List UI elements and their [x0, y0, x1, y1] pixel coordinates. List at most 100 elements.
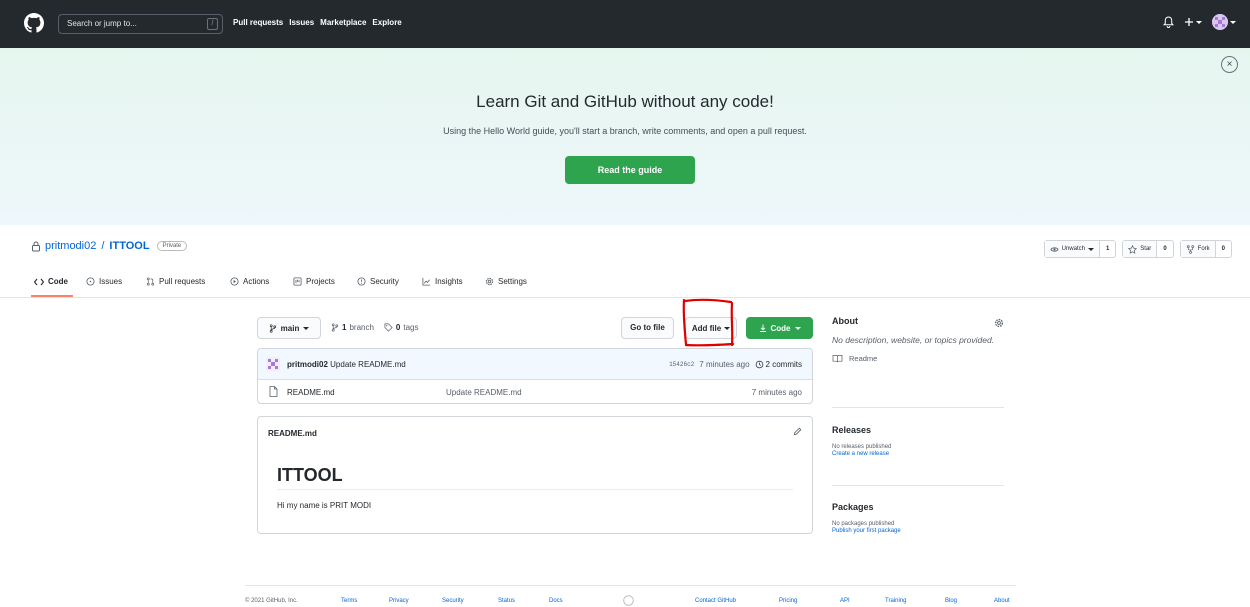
- tab-label: Actions: [243, 277, 270, 286]
- packages-section: Packages No packages published Publish y…: [832, 502, 1004, 534]
- branches-count: 1: [342, 323, 347, 332]
- sidebar-divider: [832, 485, 1004, 486]
- github-mark-icon[interactable]: [623, 595, 634, 606]
- graph-icon: [422, 277, 431, 286]
- watch-button[interactable]: Unwatch 1: [1043, 240, 1117, 258]
- go-to-file-button[interactable]: Go to file: [621, 317, 674, 339]
- branches-link[interactable]: 1 branch: [331, 323, 374, 332]
- gear-icon: [485, 277, 494, 286]
- sidebar-divider: [832, 407, 1004, 408]
- repo-name-link[interactable]: ITTOOL: [109, 240, 149, 252]
- fork-count[interactable]: 0: [1216, 241, 1231, 257]
- readme-link[interactable]: Readme: [832, 354, 1004, 363]
- footer-link-security[interactable]: Security: [442, 598, 464, 604]
- read-guide-button[interactable]: Read the guide: [565, 156, 695, 184]
- close-icon[interactable]: ×: [1221, 56, 1238, 73]
- file-name-link[interactable]: README.md: [287, 388, 335, 397]
- about-title: About: [832, 316, 858, 326]
- tab-label: Pull requests: [159, 277, 206, 286]
- tab-insights[interactable]: Insights: [422, 277, 463, 286]
- branch-tag-counts: 1 branch 0 tags: [331, 323, 419, 332]
- search-input[interactable]: Search or jump to... /: [58, 14, 223, 34]
- book-icon: [832, 354, 843, 363]
- avatar[interactable]: [266, 357, 280, 371]
- footer-link-docs[interactable]: Docs: [549, 598, 563, 604]
- plus-icon: [1185, 18, 1193, 26]
- repo-owner-link[interactable]: pritmodi02: [45, 240, 96, 252]
- footer-link-status[interactable]: Status: [498, 598, 515, 604]
- search-shortcut-key: /: [207, 18, 218, 30]
- create-new-menu[interactable]: [1184, 17, 1202, 27]
- footer-link-terms[interactable]: Terms: [341, 598, 357, 604]
- commit-author-link[interactable]: pritmodi02: [287, 360, 328, 369]
- footer-link-training[interactable]: Training: [885, 598, 906, 604]
- tab-label: Code: [48, 277, 68, 286]
- tags-count: 0: [395, 323, 401, 332]
- tab-issues[interactable]: Issues: [86, 277, 122, 286]
- star-count[interactable]: 0: [1157, 241, 1172, 257]
- watch-count[interactable]: 1: [1100, 241, 1115, 257]
- releases-title[interactable]: Releases: [832, 425, 1004, 435]
- bell-icon[interactable]: [1163, 16, 1174, 28]
- readme-divider: [277, 489, 793, 490]
- nav-explore[interactable]: Explore: [372, 18, 401, 27]
- fork-icon: [1186, 244, 1194, 254]
- code-download-button[interactable]: Code: [746, 317, 813, 339]
- header-actions: [1163, 14, 1236, 30]
- avatar: [1212, 14, 1228, 30]
- star-button[interactable]: Star 0: [1122, 240, 1174, 258]
- pencil-icon[interactable]: [793, 427, 802, 436]
- commits-history-link[interactable]: 2 commits: [755, 360, 802, 369]
- tab-label: Insights: [435, 277, 463, 286]
- add-file-button[interactable]: Add file: [685, 317, 737, 339]
- shield-icon: [357, 277, 366, 286]
- chevron-down-icon: [1087, 247, 1094, 251]
- commit-sha-link[interactable]: 15426c2: [669, 361, 694, 368]
- tags-link[interactable]: 0 tags: [384, 323, 419, 332]
- tab-security[interactable]: Security: [357, 277, 399, 286]
- readme-body: Hi my name is PRIT MODI: [277, 501, 372, 510]
- branch-icon: [331, 323, 339, 332]
- chevron-down-icon: [1196, 20, 1202, 24]
- file-commit-message-link[interactable]: Update README.md: [446, 388, 522, 397]
- branch-select-button[interactable]: main: [257, 317, 321, 339]
- create-release-link[interactable]: Create a new release: [832, 451, 1004, 457]
- footer-link-pricing[interactable]: Pricing: [779, 598, 797, 604]
- tab-actions[interactable]: Actions: [230, 277, 269, 286]
- tab-code[interactable]: Code: [34, 277, 68, 286]
- footer-link-blog[interactable]: Blog: [945, 598, 957, 604]
- nav-pull-requests[interactable]: Pull requests: [233, 18, 283, 27]
- tab-label: Settings: [498, 277, 527, 286]
- visibility-badge: Private: [156, 241, 188, 251]
- footer-link-privacy[interactable]: Privacy: [389, 598, 409, 604]
- fork-button[interactable]: Fork 0: [1179, 240, 1232, 258]
- file-list: pritmodi02 Update README.md 15426c2 7 mi…: [257, 348, 813, 404]
- footer-link-contact[interactable]: Contact GitHub: [695, 598, 736, 604]
- tab-projects[interactable]: Projects: [293, 277, 335, 286]
- commit-message-link[interactable]: Update README.md: [330, 360, 406, 369]
- add-file-label: Add file: [691, 323, 722, 333]
- nav-issues[interactable]: Issues: [289, 18, 314, 27]
- file-row[interactable]: README.md Update README.md 7 minutes ago: [258, 380, 812, 403]
- tags-label: tags: [403, 323, 419, 332]
- global-header: Search or jump to... / Pull requests Iss…: [0, 0, 1250, 48]
- github-logo-icon[interactable]: [24, 13, 44, 33]
- chevron-down-icon: [303, 326, 310, 330]
- nav-marketplace[interactable]: Marketplace: [320, 18, 366, 27]
- commits-count: 2 commits: [765, 360, 802, 369]
- latest-commit-row: pritmodi02 Update README.md 15426c2 7 mi…: [258, 349, 812, 380]
- star-icon: [1128, 244, 1138, 254]
- active-tab-indicator: [31, 295, 73, 297]
- footer-link-about[interactable]: About: [994, 598, 1010, 604]
- tab-label: Security: [370, 277, 399, 286]
- footer-link-api[interactable]: API: [840, 598, 850, 604]
- tab-settings[interactable]: Settings: [485, 277, 527, 286]
- packages-title[interactable]: Packages: [832, 502, 1004, 512]
- publish-package-link[interactable]: Publish your first package: [832, 528, 1004, 534]
- user-menu[interactable]: [1212, 14, 1236, 30]
- gear-icon[interactable]: [994, 318, 1004, 328]
- tab-pull-requests[interactable]: Pull requests: [146, 277, 205, 286]
- chevron-down-icon: [724, 326, 731, 330]
- issue-icon: [86, 277, 95, 286]
- tab-label: Projects: [306, 277, 335, 286]
